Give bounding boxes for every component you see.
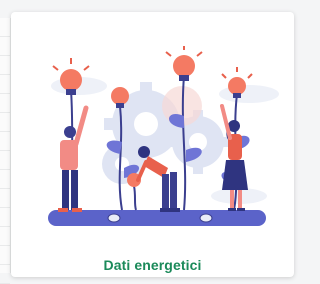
people-lightbulbs-gears-illustration-icon bbox=[48, 46, 279, 226]
side-list-strip bbox=[0, 18, 11, 284]
page: Dati energetici bbox=[0, 0, 297, 284]
energy-data-card[interactable]: Dati energetici bbox=[11, 12, 294, 277]
card-title: Dati energetici bbox=[103, 257, 202, 273]
